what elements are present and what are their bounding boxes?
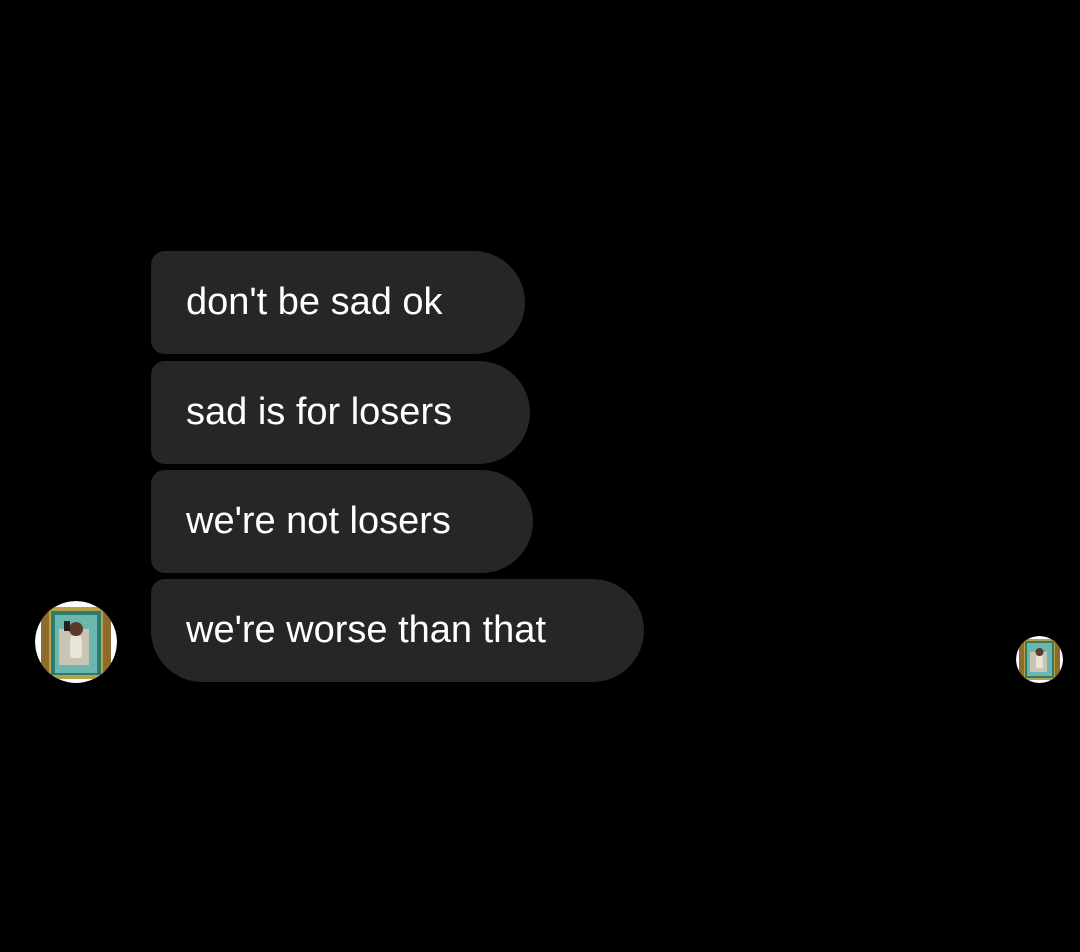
message-thread: don't be sad ok sad is for losers we're … bbox=[0, 0, 1080, 952]
seen-indicator-avatar bbox=[1016, 636, 1063, 683]
message-text: we're not losers bbox=[186, 500, 451, 542]
sender-avatar[interactable] bbox=[35, 601, 117, 683]
message-text: sad is for losers bbox=[186, 391, 453, 433]
message-bubble[interactable]: don't be sad ok bbox=[151, 251, 525, 354]
message-bubble[interactable]: we're worse than that bbox=[151, 579, 644, 682]
message-text: we're worse than that bbox=[186, 609, 546, 651]
message-text: don't be sad ok bbox=[186, 281, 443, 323]
message-bubble[interactable]: sad is for losers bbox=[151, 361, 530, 464]
seen-avatar-icon bbox=[1016, 636, 1063, 683]
message-bubble[interactable]: we're not losers bbox=[151, 470, 533, 573]
profile-photo-avatar-icon bbox=[35, 601, 117, 683]
